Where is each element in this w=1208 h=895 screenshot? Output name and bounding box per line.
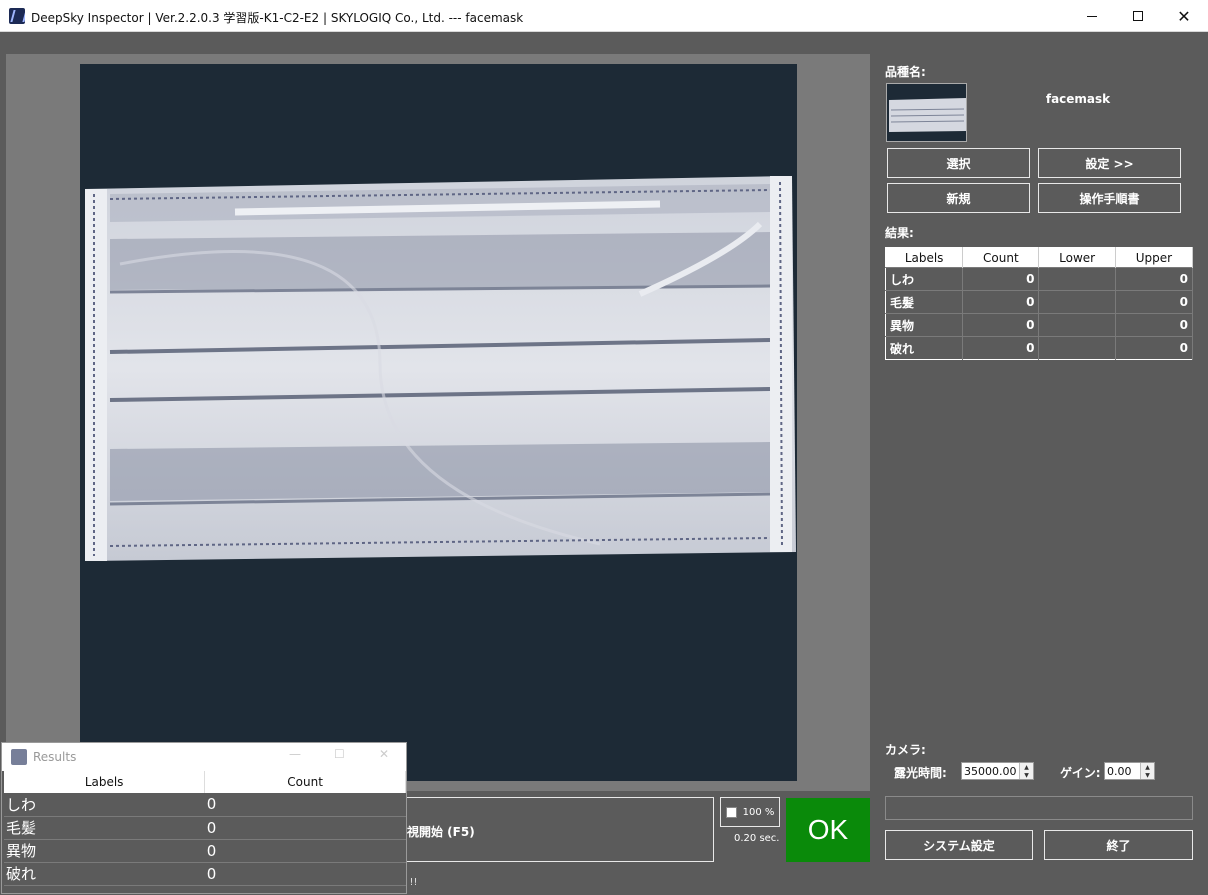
results-table: Labels Count Lower Upper しわ 0 0 毛髪 0 0 異… — [885, 247, 1194, 360]
column-header[interactable]: Count — [962, 247, 1040, 268]
row-lower[interactable] — [1038, 267, 1116, 291]
row-count: 0 — [962, 290, 1040, 314]
row-count: 0 — [962, 313, 1040, 337]
maximize-icon — [1133, 11, 1143, 21]
settings-button[interactable]: 設定 >> — [1038, 148, 1181, 178]
row-upper[interactable]: 0 — [1115, 313, 1194, 337]
app-icon — [9, 8, 25, 24]
row-label: 異物 — [4, 839, 205, 863]
minimize-icon[interactable]: — — [289, 747, 301, 761]
table-row[interactable]: 毛髪 0 — [4, 816, 406, 840]
facemask-image — [80, 64, 797, 781]
camera-label: カメラ: — [885, 743, 926, 757]
row-count: 0 — [204, 862, 406, 886]
row-count: 0 — [204, 793, 406, 817]
spin-arrows-icon[interactable]: ▲ ▼ — [1140, 763, 1154, 779]
row-upper[interactable]: 0 — [1115, 290, 1194, 314]
zoom-value: 100 % — [742, 806, 775, 818]
close-icon: ✕ — [1177, 6, 1191, 26]
zoom-toggle[interactable]: 100 % — [720, 797, 780, 827]
row-upper[interactable]: 0 — [1115, 267, 1194, 291]
results-window-header-row: Labels Count — [4, 771, 406, 793]
spin-arrows-icon[interactable]: ▲ ▼ — [1019, 763, 1033, 779]
column-header[interactable]: Labels — [885, 247, 964, 268]
processing-time: 0.20 sec. — [734, 833, 780, 844]
zoom-checkbox[interactable] — [725, 806, 737, 818]
product-name: facemask — [1045, 92, 1111, 106]
camera-image[interactable] — [80, 64, 797, 781]
product-label: 品種名: — [885, 65, 926, 79]
results-label: 結果: — [885, 226, 914, 240]
row-lower[interactable] — [1038, 313, 1116, 337]
judgement-indicator: OK — [786, 798, 870, 862]
app-icon — [11, 749, 27, 765]
results-window-table: Labels Count しわ 0 毛髪 0 異物 0 破れ 0 — [4, 771, 406, 886]
row-label: しわ — [885, 267, 964, 291]
table-row[interactable]: しわ 0 — [4, 793, 406, 817]
row-label: 毛髪 — [4, 816, 205, 840]
exposure-spinbox[interactable]: 35000.00 ▲ ▼ — [961, 762, 1034, 780]
table-row[interactable]: 破れ 0 — [4, 862, 406, 886]
row-label: しわ — [4, 793, 205, 817]
gain-value[interactable]: 0.00 — [1105, 765, 1140, 778]
row-count: 0 — [204, 816, 406, 840]
table-row[interactable]: しわ 0 0 — [885, 267, 1194, 291]
row-count: 0 — [962, 336, 1040, 360]
maximize-button[interactable] — [1115, 0, 1161, 32]
close-button[interactable]: ✕ — [1161, 0, 1207, 32]
row-label: 破れ — [885, 336, 964, 360]
row-count: 0 — [204, 839, 406, 863]
thumbnail-image — [887, 84, 966, 141]
select-button[interactable]: 選択 — [887, 148, 1030, 178]
column-header[interactable]: Lower — [1038, 247, 1116, 268]
close-icon[interactable]: ✕ — [379, 747, 389, 761]
system-settings-button[interactable]: システム設定 — [885, 830, 1033, 860]
row-upper[interactable]: 0 — [1115, 336, 1194, 360]
minimize-button[interactable] — [1069, 0, 1115, 32]
monitor-start-button[interactable]: 監視開始 (F5) — [385, 797, 714, 862]
table-row[interactable]: 破れ 0 0 — [885, 336, 1194, 360]
new-button[interactable]: 新規 — [887, 183, 1030, 213]
column-header[interactable]: Upper — [1115, 247, 1194, 268]
gain-label: ゲイン: — [1060, 766, 1101, 780]
manual-button[interactable]: 操作手順書 — [1038, 183, 1181, 213]
table-row[interactable]: 異物 0 0 — [885, 313, 1194, 337]
window-title: DeepSky Inspector | Ver.2.2.0.3 学習版-K1-C… — [31, 11, 524, 25]
column-header[interactable]: Count — [204, 771, 406, 793]
progress-bar — [885, 796, 1193, 820]
table-row[interactable]: 毛髪 0 0 — [885, 290, 1194, 314]
image-panel — [6, 54, 870, 791]
results-window-titlebar[interactable]: Results — ☐ ✕ — [2, 743, 406, 771]
product-thumbnail — [886, 83, 967, 142]
results-window[interactable]: Results — ☐ ✕ Labels Count しわ 0 毛髪 0 異物 … — [1, 742, 407, 894]
row-label: 異物 — [885, 313, 964, 337]
minimize-icon — [1087, 15, 1097, 17]
exposure-label: 露光時間: — [894, 766, 947, 780]
row-lower[interactable] — [1038, 290, 1116, 314]
maximize-icon[interactable]: ☐ — [334, 747, 345, 761]
row-label: 破れ — [4, 862, 205, 886]
exposure-value[interactable]: 35000.00 — [962, 765, 1019, 778]
results-header-row: Labels Count Lower Upper — [885, 247, 1194, 268]
row-count: 0 — [962, 267, 1040, 291]
results-window-title: Results — [33, 750, 77, 764]
title-bar: DeepSky Inspector | Ver.2.2.0.3 学習版-K1-C… — [0, 0, 1208, 32]
gain-spinbox[interactable]: 0.00 ▲ ▼ — [1104, 762, 1155, 780]
exit-button[interactable]: 終了 — [1044, 830, 1193, 860]
row-label: 毛髪 — [885, 290, 964, 314]
row-lower[interactable] — [1038, 336, 1116, 360]
table-row[interactable]: 異物 0 — [4, 839, 406, 863]
column-header[interactable]: Labels — [4, 771, 206, 793]
